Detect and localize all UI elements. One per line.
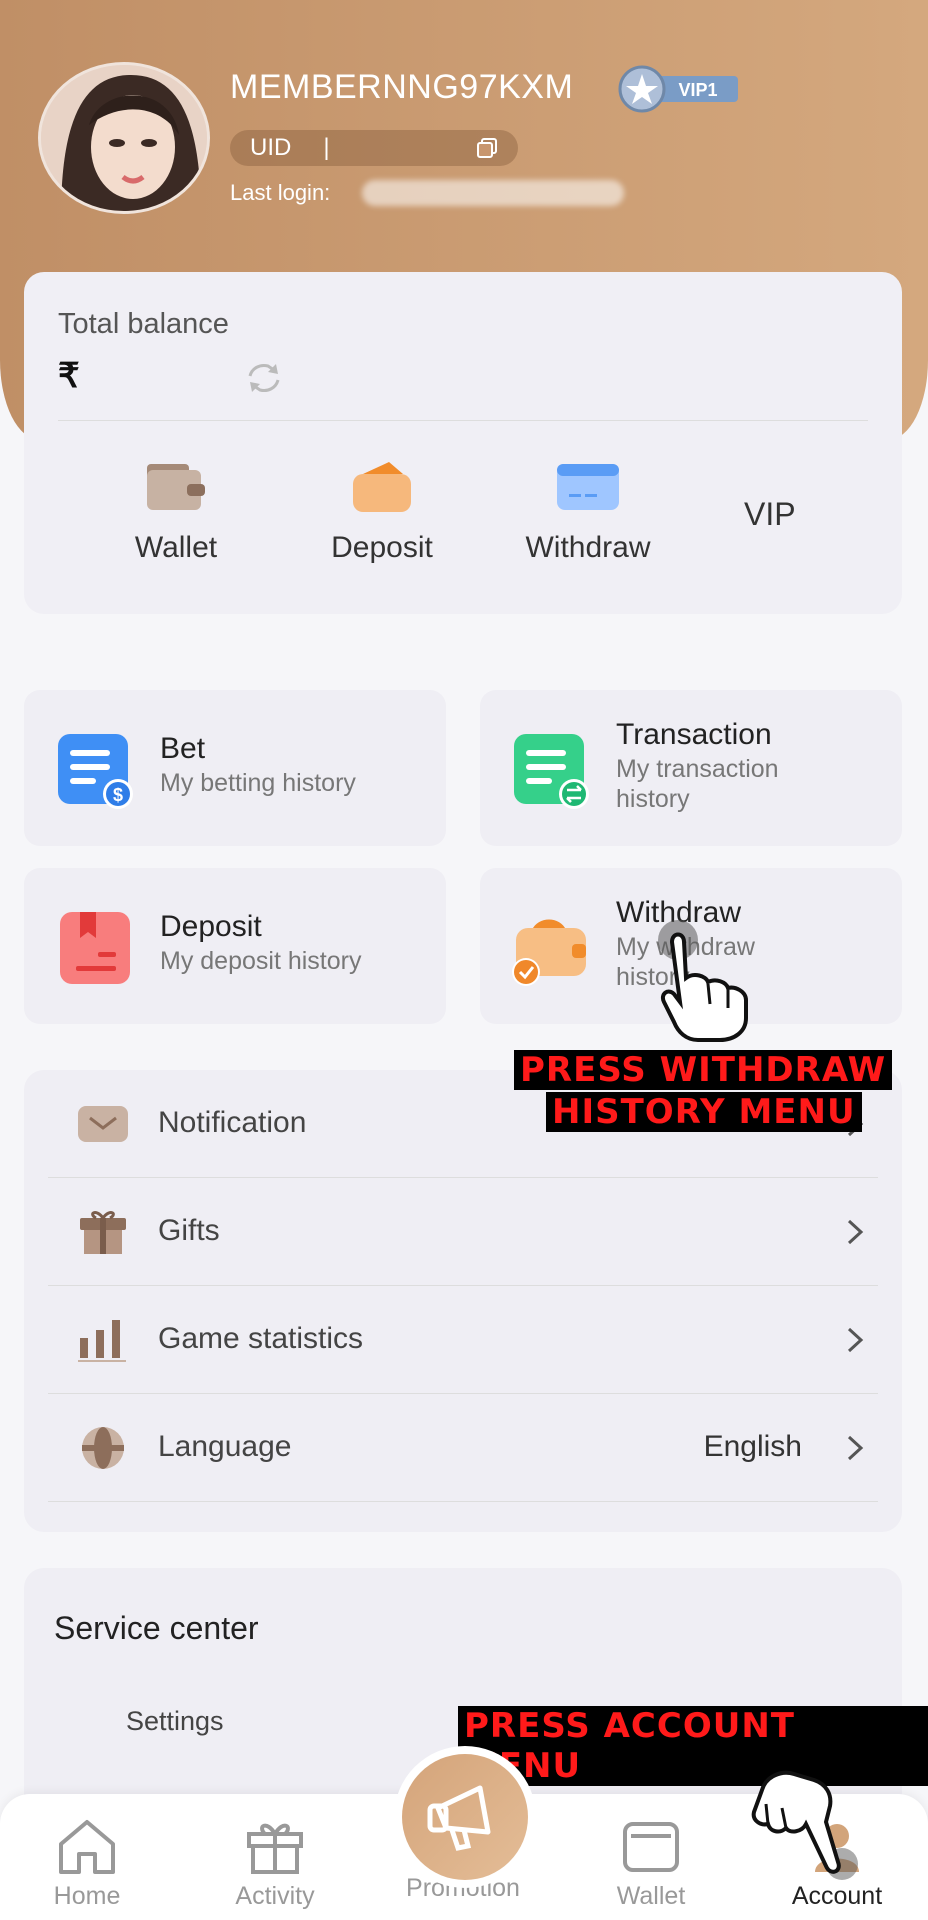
bet-history-card[interactable]: $ Bet My betting history (24, 690, 446, 846)
svg-text:$: $ (113, 785, 123, 805)
bet-history-icon: $ (58, 734, 133, 809)
home-icon (59, 1820, 115, 1874)
settings-menu: Notification Gifts Game statistics Langu… (24, 1070, 902, 1532)
copy-icon[interactable] (476, 137, 498, 159)
uid-separator: | (323, 134, 330, 161)
deposit-history-subtitle: My deposit history (160, 947, 362, 975)
gift-icon (80, 1211, 126, 1254)
menu-item-game-statistics[interactable]: Game statistics (48, 1286, 878, 1394)
last-login-value-redacted (362, 180, 624, 206)
deposit-history-title: Deposit (160, 910, 262, 943)
promotion-button-inner (402, 1754, 528, 1880)
transaction-history-card[interactable]: Transaction My transaction history (480, 690, 902, 846)
withdraw-hint-line2: HISTORY MENU (546, 1092, 862, 1132)
menu-item-label: Gifts (158, 1214, 220, 1247)
pointing-hand-icon (658, 920, 748, 1042)
nav-home[interactable]: Home (22, 1814, 152, 1911)
wallet-nav-icon (623, 1822, 679, 1872)
balance-card: Total balance ₹ Wallet Deposit Withdraw (24, 272, 902, 614)
gift-box-icon (247, 1823, 303, 1874)
withdraw-history-icon (512, 919, 586, 986)
currency-symbol: ₹ (58, 357, 80, 395)
last-login-label: Last login: (230, 180, 331, 205)
deposit-action[interactable]: Deposit (292, 460, 472, 565)
service-settings[interactable]: Settings (126, 1706, 224, 1737)
transaction-history-subtitle-2: history (616, 785, 690, 813)
wallet-icon (147, 464, 205, 510)
transaction-history-subtitle-1: My transaction (616, 755, 779, 783)
deposit-icon (353, 462, 411, 512)
deposit-history-icon (60, 912, 130, 984)
withdraw-action[interactable]: Withdraw (498, 460, 678, 565)
menu-item-label: Notification (158, 1106, 307, 1139)
language-value: English (703, 1430, 802, 1463)
vip-action[interactable]: VIP (744, 496, 796, 533)
total-balance-label: Total balance (58, 308, 229, 340)
wallet-action-label: Wallet (134, 531, 218, 564)
withdraw-hint-line1: PRESS WITHDRAW (514, 1050, 893, 1090)
menu-item-label: Game statistics (158, 1322, 364, 1355)
nav-label: Wallet (616, 1882, 686, 1910)
uid-label: UID (250, 134, 292, 161)
transaction-history-icon (514, 734, 589, 809)
megaphone-icon (427, 1785, 491, 1851)
vip-badge-text: VIP1 (678, 80, 717, 100)
nav-activity[interactable]: Activity (210, 1814, 340, 1911)
balance-divider (58, 420, 868, 421)
wallet-action[interactable]: Wallet (86, 460, 266, 565)
bet-history-subtitle: My betting history (160, 769, 356, 797)
chevron-right-icon (847, 1435, 864, 1461)
service-center-title: Service center (54, 1610, 259, 1646)
chevron-right-icon (847, 1327, 864, 1353)
deposit-history-card[interactable]: Deposit My deposit history (24, 868, 446, 1024)
pointing-hand-icon (751, 1770, 858, 1880)
username: MEMBERNNG97KXM (230, 68, 574, 106)
nav-label: Account (791, 1882, 883, 1910)
vip-badge: VIP1 (614, 64, 742, 114)
withdraw-card-icon (557, 464, 619, 510)
nav-label: Home (53, 1882, 121, 1910)
transaction-history-title: Transaction (616, 718, 772, 751)
menu-item-language[interactable]: Language English (48, 1394, 878, 1502)
globe-icon (82, 1427, 124, 1469)
promotion-button[interactable] (394, 1746, 536, 1888)
nav-wallet[interactable]: Wallet (586, 1814, 716, 1911)
menu-item-gifts[interactable]: Gifts (48, 1178, 878, 1286)
avatar[interactable] (38, 62, 210, 214)
bar-chart-icon (78, 1320, 126, 1362)
nav-label: Activity (235, 1882, 315, 1910)
refresh-icon[interactable] (242, 360, 286, 396)
bet-history-title: Bet (160, 732, 206, 765)
withdraw-action-label: Withdraw (525, 531, 651, 564)
chevron-right-icon (847, 1219, 864, 1245)
mail-icon (78, 1106, 128, 1142)
uid-pill: UID | (230, 130, 518, 166)
deposit-action-label: Deposit (331, 531, 433, 564)
menu-item-label: Language (158, 1430, 292, 1463)
